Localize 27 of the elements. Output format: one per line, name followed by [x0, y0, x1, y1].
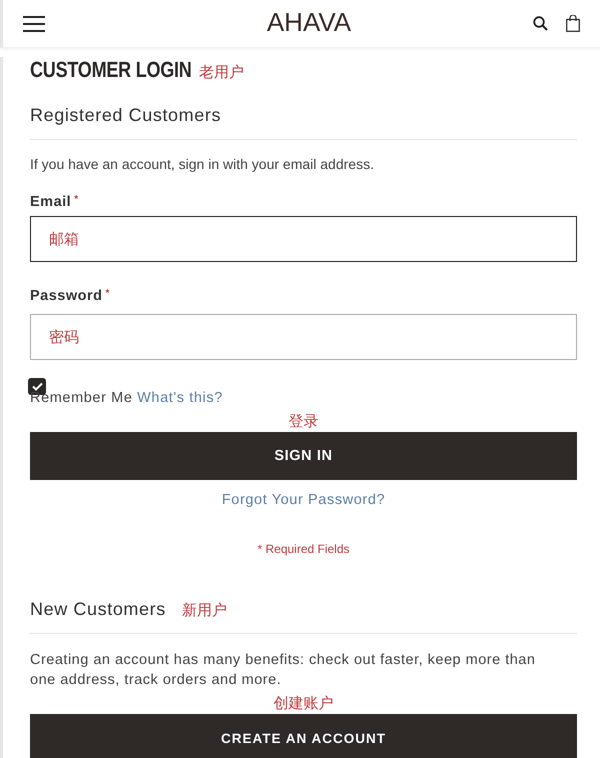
- shopping-bag-icon[interactable]: [566, 15, 580, 32]
- required-fields-note: * Required Fields: [257, 542, 350, 556]
- input-field[interactable]: 邮箱: [30, 216, 577, 262]
- logo[interactable]: AHAVA: [45, 7, 533, 38]
- field-label: Email: [30, 194, 72, 210]
- annotation-label: 新用户: [182, 601, 227, 620]
- forgot-password-link[interactable]: Forgot Your Password?: [222, 492, 386, 508]
- required-mark: *: [106, 288, 110, 299]
- menu-icon[interactable]: [23, 16, 45, 32]
- section-heading: New Customers: [30, 599, 166, 620]
- create-account-button[interactable]: CREATE AN ACCOUNT: [30, 714, 577, 758]
- benefits-text: Creating an account has many benefits: check out faster, keep more than one address, track orders and more.: [30, 651, 536, 690]
- annotation-label: 创建账户: [274, 694, 334, 712]
- required-mark: *: [74, 194, 79, 205]
- sign-in-button[interactable]: SIGN IN: [30, 432, 577, 480]
- page-title: CUSTOMER LOGIN: [30, 57, 192, 83]
- search-icon[interactable]: [533, 16, 548, 31]
- annotation-label: 邮箱: [49, 230, 79, 248]
- checkmark-icon: [32, 382, 42, 391]
- intro-text: If you have an account, sign in with your email address.: [30, 156, 375, 172]
- field-label: Password: [30, 288, 102, 304]
- input-field[interactable]: 密码: [30, 314, 577, 360]
- annotation-label: 登录: [288, 412, 318, 430]
- section-heading: Registered Customers: [30, 105, 222, 126]
- annotation-label: 密码: [49, 328, 79, 346]
- whats-this-link[interactable]: What's this?: [137, 390, 223, 406]
- annotation-label: 老用户: [199, 63, 244, 82]
